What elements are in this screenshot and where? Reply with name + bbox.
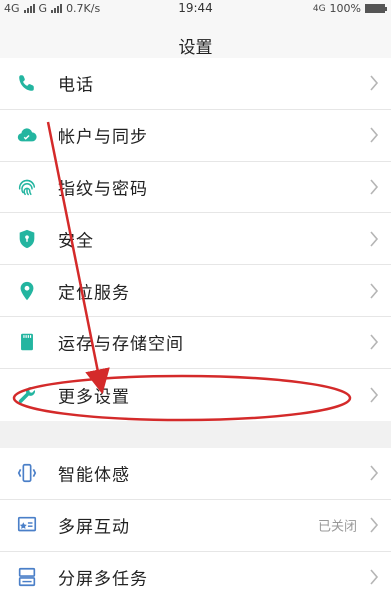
location-pin-icon (20, 281, 34, 300)
wrench-icon (18, 386, 35, 403)
chevron-right-icon (370, 569, 379, 586)
settings-item-label: 多屏互动 (58, 517, 130, 538)
cloud-sync-icon (17, 128, 37, 142)
settings-item-label: 指纹与密码 (58, 179, 148, 200)
settings-item-label: 更多设置 (58, 387, 130, 408)
settings-item-smart-motion[interactable]: 智能体感 (0, 448, 391, 500)
battery-percent: 100% (329, 2, 361, 15)
multi-screen-status: 已关闭 (317, 519, 357, 535)
phone-motion-icon (17, 464, 37, 483)
chevron-right-icon (370, 127, 379, 143)
settings-item-phone[interactable]: 电话 (0, 58, 391, 110)
settings-item-label: 电话 (58, 75, 94, 96)
settings-item-multi-screen[interactable]: 多屏互动 已关闭 (0, 500, 391, 552)
settings-item-fingerprint[interactable]: 指纹与密码 (0, 162, 391, 214)
settings-item-label: 定位服务 (58, 283, 130, 304)
network-type-3: 4G (312, 3, 326, 14)
settings-item-label: 智能体感 (58, 465, 130, 486)
chevron-right-icon (370, 465, 379, 481)
battery-icon (365, 4, 387, 13)
settings-item-security[interactable]: 安全 (0, 213, 391, 266)
shield-icon (19, 229, 35, 248)
split-screen-icon (18, 568, 36, 587)
chevron-right-icon (370, 517, 379, 533)
status-bar: 4G G 0.7K/s 19:44 4G 100% (0, 0, 391, 18)
chevron-right-icon (370, 179, 379, 195)
settings-item-label: 运存与存储空间 (58, 334, 184, 355)
phone-icon (19, 75, 34, 92)
settings-item-split-screen[interactable]: 分屏多任务 (0, 552, 391, 592)
fingerprint-icon (18, 179, 36, 196)
screen-cast-icon (17, 517, 37, 532)
chevron-right-icon (370, 75, 379, 91)
sd-card-icon (21, 334, 33, 351)
chevron-right-icon (370, 387, 379, 403)
settings-group-1: 电话 帐户与同步 指纹与密码 安全 定位服务 运存与存储空间 更多设置 (0, 58, 391, 421)
settings-item-location[interactable]: 定位服务 (0, 265, 391, 317)
settings-item-label: 分屏多任务 (58, 569, 148, 590)
page-title: 设置 (178, 38, 213, 58)
settings-item-account-sync[interactable]: 帐户与同步 (0, 110, 391, 162)
settings-item-more-settings[interactable]: 更多设置 (0, 369, 391, 421)
chevron-right-icon (370, 283, 379, 299)
settings-item-label: 帐户与同步 (58, 127, 148, 148)
status-right: 4G 100% (312, 2, 387, 15)
chevron-right-icon (370, 231, 379, 247)
settings-item-label: 安全 (58, 231, 94, 252)
settings-group-2: 智能体感 多屏互动 已关闭 分屏多任务 (0, 448, 391, 592)
chevron-right-icon (370, 334, 379, 350)
settings-item-storage[interactable]: 运存与存储空间 (0, 317, 391, 369)
